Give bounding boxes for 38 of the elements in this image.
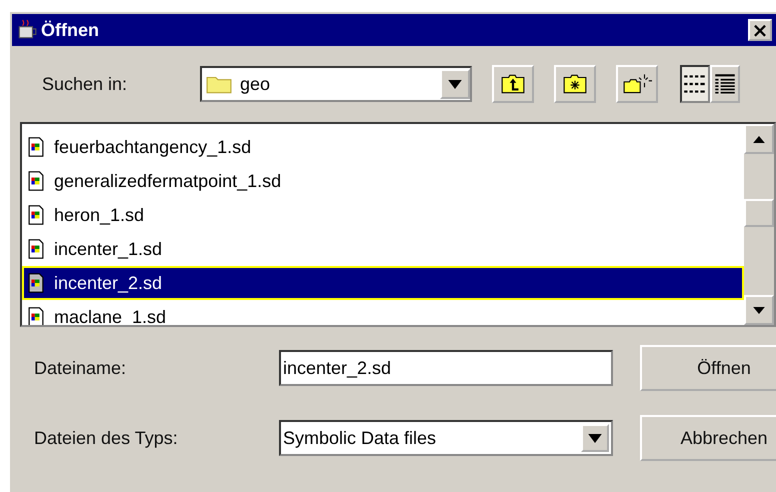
document-icon xyxy=(28,170,44,192)
file-item[interactable]: maclane_1.sd xyxy=(22,300,744,325)
coffee-cup-icon xyxy=(16,19,38,41)
list-view-button[interactable] xyxy=(680,65,710,103)
look-in-label: Suchen in: xyxy=(42,74,128,94)
desktop-button[interactable] xyxy=(616,65,658,103)
folder-sparkle-icon xyxy=(622,73,652,95)
file-item[interactable]: incenter_1.sd xyxy=(22,232,744,266)
up-folder-button[interactable] xyxy=(492,65,534,103)
window-title: Öffnen xyxy=(41,20,100,40)
file-item[interactable]: feuerbachtangency_1.sd xyxy=(22,130,744,164)
file-name-field[interactable]: incenter_2.sd xyxy=(279,350,613,386)
file-item[interactable]: heron_1.sd xyxy=(22,198,744,232)
list-view-icon xyxy=(682,73,708,95)
file-item[interactable]: generalizedfermatpoint_1.sd xyxy=(22,164,744,198)
look-in-dropdown[interactable]: geo xyxy=(200,66,472,102)
details-view-button[interactable] xyxy=(710,65,740,103)
folder-up-arrow-icon xyxy=(500,73,526,95)
folder-icon xyxy=(206,74,232,94)
file-type-label: Dateien des Typs: xyxy=(34,428,179,448)
file-name-label: Dateiname: xyxy=(34,358,128,378)
document-icon xyxy=(28,136,44,158)
close-button[interactable]: × xyxy=(748,19,772,41)
document-icon xyxy=(28,238,44,260)
scrollbar[interactable] xyxy=(744,124,774,325)
scroll-thumb[interactable] xyxy=(744,199,774,227)
file-item[interactable]: incenter_2.sd xyxy=(22,266,744,300)
file-type-dropdown[interactable]: Symbolic Data files xyxy=(279,420,613,456)
document-icon xyxy=(28,272,44,294)
new-folder-button[interactable] xyxy=(554,65,596,103)
document-icon xyxy=(28,204,44,226)
scroll-down-icon xyxy=(753,306,765,314)
open-button[interactable]: Öffnen xyxy=(640,345,776,391)
cancel-button[interactable]: Abbrechen xyxy=(640,415,776,461)
dropdown-arrow-icon xyxy=(448,80,462,88)
scroll-up-icon xyxy=(753,136,765,142)
dropdown-arrow-icon xyxy=(588,434,602,442)
folder-star-icon xyxy=(562,73,588,95)
